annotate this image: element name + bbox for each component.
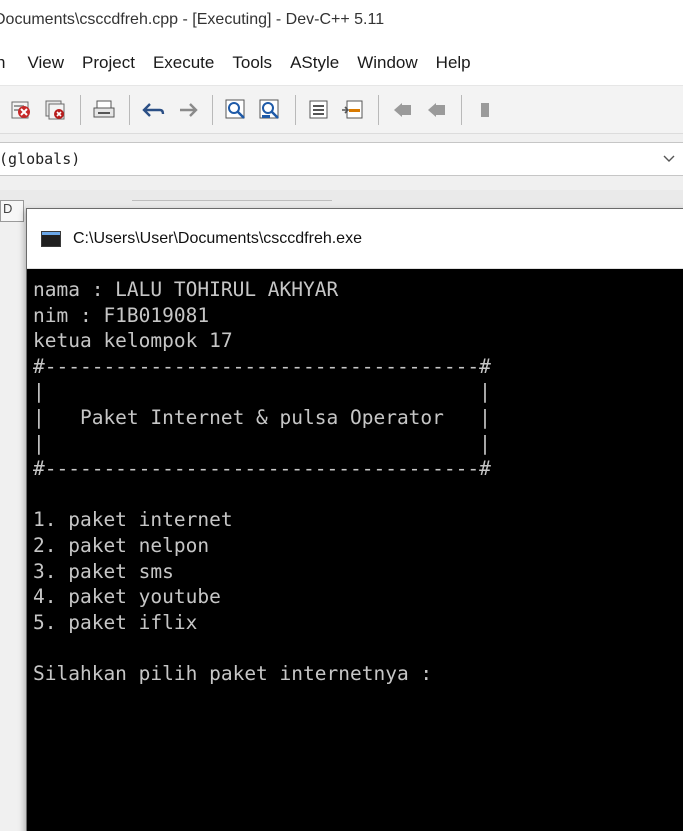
find-icon[interactable] — [223, 97, 249, 123]
menu-bar: n View Project Execute Tools AStyle Wind… — [0, 40, 683, 86]
console-line: nim : F1B019081 — [33, 303, 210, 327]
console-line: 4. paket youtube — [33, 585, 221, 609]
console-title: C:\Users\User\Documents\csccdfreh.exe — [73, 229, 362, 247]
menu-item-view[interactable]: View — [27, 49, 64, 77]
toolbar-separator — [378, 94, 379, 125]
unindent-icon[interactable] — [423, 97, 449, 123]
editor-tab[interactable]: D — [0, 200, 24, 222]
globals-combobox-value: (globals) — [0, 150, 81, 168]
console-line: | | — [33, 380, 491, 404]
ide-window-title: Documents\csccdfreh.cpp - [Executing] - … — [0, 11, 385, 28]
console-window[interactable]: C:\Users\User\Documents\csccdfreh.exe na… — [26, 208, 683, 831]
toolbar-separator — [461, 94, 462, 125]
console-line: | | — [33, 431, 491, 455]
console-line: 5. paket iflix — [33, 610, 198, 634]
goto-bookmark-icon[interactable] — [340, 97, 366, 123]
console-line: #-------------------------------------# — [33, 354, 491, 378]
console-prompt-line: Silahkan pilih paket internetnya : — [33, 661, 433, 685]
console-output[interactable]: nama : LALU TOHIRUL AKHYAR nim : F1B0190… — [27, 269, 683, 831]
menu-item-partial[interactable]: n — [0, 49, 5, 77]
toggle-bookmark-icon[interactable] — [306, 97, 332, 123]
toolbar-separator — [80, 94, 81, 125]
console-line: 3. paket sms — [33, 559, 174, 583]
console-title-bar[interactable]: C:\Users\User\Documents\csccdfreh.exe — [27, 209, 683, 269]
console-line: | Paket Internet & pulsa Operator | — [33, 405, 491, 429]
close-file-icon[interactable] — [8, 97, 34, 123]
menu-item-tools[interactable]: Tools — [232, 49, 272, 77]
menu-item-execute[interactable]: Execute — [153, 49, 214, 77]
toolbar — [0, 86, 683, 134]
menu-item-astyle[interactable]: AStyle — [290, 49, 339, 77]
console-line: 2. paket nelpon — [33, 533, 210, 557]
class-browser-row: (globals) — [0, 134, 683, 186]
toolbar-separator — [295, 94, 296, 125]
console-line: ketua kelompok 17 — [33, 329, 233, 353]
toolbar-separator — [129, 94, 130, 125]
ide-title-bar: Documents\csccdfreh.cpp - [Executing] - … — [0, 0, 683, 40]
more-icon[interactable] — [472, 97, 498, 123]
menu-item-window[interactable]: Window — [357, 49, 417, 77]
chevron-down-icon[interactable] — [661, 150, 677, 166]
console-line: nama : LALU TOHIRUL AKHYAR — [33, 278, 339, 301]
undo-icon[interactable] — [140, 97, 166, 123]
toolbar-separator — [212, 94, 213, 125]
print-icon[interactable] — [91, 97, 117, 123]
globals-combobox[interactable]: (globals) — [0, 142, 683, 176]
desktop: Documents\csccdfreh.cpp - [Executing] - … — [0, 0, 683, 831]
indent-left-icon[interactable] — [389, 97, 415, 123]
console-app-icon — [41, 230, 61, 247]
menu-item-help[interactable]: Help — [436, 49, 471, 77]
redo-icon[interactable] — [174, 97, 200, 123]
close-all-icon[interactable] — [42, 97, 68, 123]
replace-icon[interactable] — [257, 97, 283, 123]
menu-item-project[interactable]: Project — [82, 49, 135, 77]
console-line: 1. paket internet — [33, 508, 233, 532]
console-line: #-------------------------------------# — [33, 457, 491, 481]
